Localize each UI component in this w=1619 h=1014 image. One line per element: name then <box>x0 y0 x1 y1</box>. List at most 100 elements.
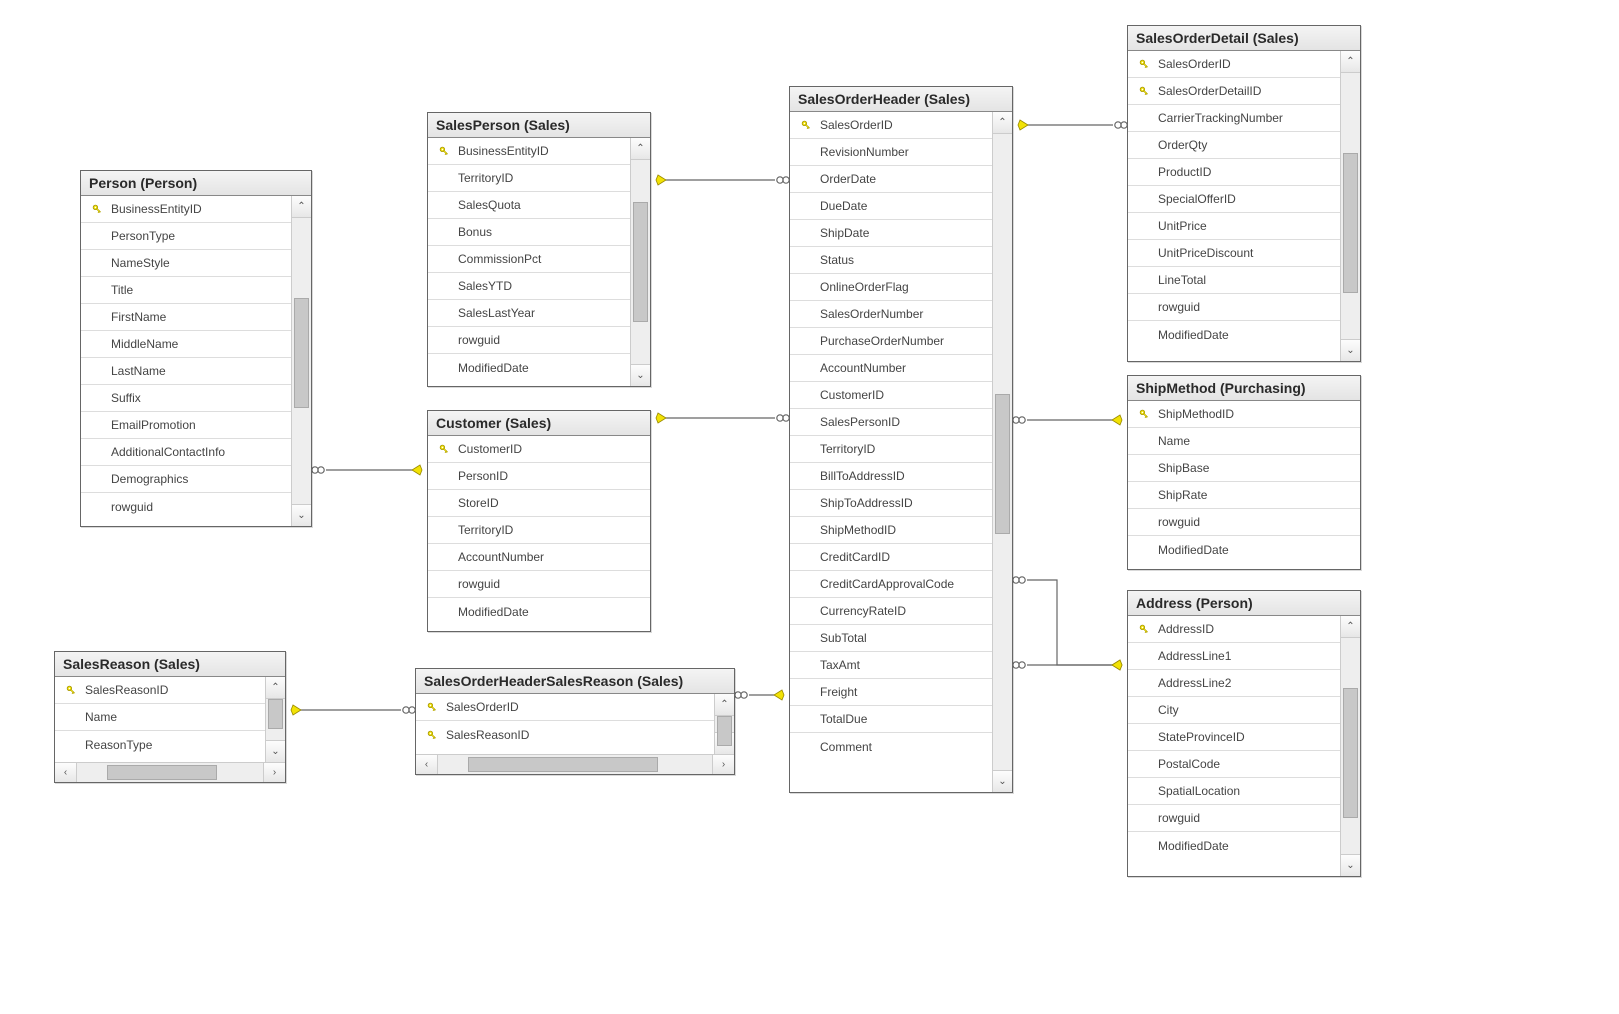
column-row[interactable]: ShipRate <box>1128 482 1360 509</box>
column-row[interactable]: ProductID <box>1128 159 1340 186</box>
column-row[interactable]: ShipMethodID <box>1128 401 1360 428</box>
column-row[interactable]: ShipToAddressID <box>790 490 992 517</box>
horizontal-scrollbar[interactable]: ‹› <box>55 762 285 782</box>
column-row[interactable]: ModifiedDate <box>1128 832 1340 859</box>
scroll-up-button[interactable]: ⌃ <box>266 677 285 699</box>
column-row[interactable]: RevisionNumber <box>790 139 992 166</box>
column-row[interactable]: SalesOrderID <box>1128 51 1340 78</box>
hscroll-track[interactable] <box>77 763 263 782</box>
column-row[interactable]: OnlineOrderFlag <box>790 274 992 301</box>
column-row[interactable]: BusinessEntityID <box>81 196 291 223</box>
table-header[interactable]: ShipMethod (Purchasing) <box>1128 376 1360 401</box>
vertical-scrollbar[interactable]: ⌃⌄ <box>265 677 285 762</box>
column-row[interactable]: OrderDate <box>790 166 992 193</box>
column-row[interactable]: SalesOrderNumber <box>790 301 992 328</box>
scroll-down-button[interactable]: ⌄ <box>266 740 285 762</box>
column-row[interactable]: ReasonType <box>55 731 265 758</box>
column-row[interactable]: SalesQuota <box>428 192 630 219</box>
scroll-up-button[interactable]: ⌃ <box>292 196 311 218</box>
column-row[interactable]: rowguid <box>81 493 291 520</box>
column-row[interactable]: ModifiedDate <box>428 598 650 625</box>
column-row[interactable]: Name <box>1128 428 1360 455</box>
scroll-up-button[interactable]: ⌃ <box>1341 616 1360 638</box>
scroll-up-button[interactable]: ⌃ <box>993 112 1012 134</box>
column-row[interactable]: PersonID <box>428 463 650 490</box>
column-row[interactable]: FirstName <box>81 304 291 331</box>
table-shipmethod[interactable]: ShipMethod (Purchasing)ShipMethodIDNameS… <box>1127 375 1361 570</box>
column-row[interactable]: rowguid <box>1128 509 1360 536</box>
column-row[interactable]: EmailPromotion <box>81 412 291 439</box>
table-person[interactable]: Person (Person)BusinessEntityIDPersonTyp… <box>80 170 312 527</box>
vertical-scrollbar[interactable]: ⌃⌄ <box>714 694 734 754</box>
scroll-thumb[interactable] <box>995 394 1010 534</box>
scroll-track[interactable] <box>1341 638 1360 854</box>
table-sohsr[interactable]: SalesOrderHeaderSalesReason (Sales)Sales… <box>415 668 735 775</box>
column-row[interactable]: ModifiedDate <box>1128 321 1340 348</box>
column-row[interactable]: TerritoryID <box>428 517 650 544</box>
table-header[interactable]: SalesOrderHeaderSalesReason (Sales) <box>416 669 734 694</box>
table-header[interactable]: SalesPerson (Sales) <box>428 113 650 138</box>
column-row[interactable]: Status <box>790 247 992 274</box>
column-row[interactable]: Comment <box>790 733 992 760</box>
column-row[interactable]: UnitPriceDiscount <box>1128 240 1340 267</box>
column-row[interactable]: AccountNumber <box>428 544 650 571</box>
column-row[interactable]: rowguid <box>1128 805 1340 832</box>
column-row[interactable]: OrderQty <box>1128 132 1340 159</box>
column-row[interactable]: SalesLastYear <box>428 300 630 327</box>
scroll-track[interactable] <box>292 218 311 504</box>
column-row[interactable]: ShipBase <box>1128 455 1360 482</box>
column-row[interactable]: BusinessEntityID <box>428 138 630 165</box>
column-row[interactable]: NameStyle <box>81 250 291 277</box>
column-row[interactable]: ModifiedDate <box>1128 536 1360 563</box>
column-row[interactable]: SalesOrderID <box>790 112 992 139</box>
hscroll-track[interactable] <box>438 755 712 774</box>
column-row[interactable]: AddressID <box>1128 616 1340 643</box>
column-row[interactable]: TotalDue <box>790 706 992 733</box>
table-customer[interactable]: Customer (Sales)CustomerIDPersonIDStoreI… <box>427 410 651 632</box>
column-row[interactable]: CarrierTrackingNumber <box>1128 105 1340 132</box>
column-row[interactable]: Freight <box>790 679 992 706</box>
column-row[interactable]: ModifiedDate <box>428 354 630 381</box>
scroll-thumb[interactable] <box>1343 688 1358 818</box>
scroll-thumb[interactable] <box>294 298 309 408</box>
scroll-track[interactable] <box>715 716 734 732</box>
scroll-down-button[interactable]: ⌄ <box>292 504 311 526</box>
column-row[interactable]: SalesYTD <box>428 273 630 300</box>
column-row[interactable]: StateProvinceID <box>1128 724 1340 751</box>
table-header[interactable]: SalesReason (Sales) <box>55 652 285 677</box>
horizontal-scrollbar[interactable]: ‹› <box>416 754 734 774</box>
hscroll-thumb[interactable] <box>107 765 217 780</box>
column-row[interactable]: SpecialOfferID <box>1128 186 1340 213</box>
column-row[interactable]: ShipDate <box>790 220 992 247</box>
scroll-thumb[interactable] <box>1343 153 1358 293</box>
column-row[interactable]: DueDate <box>790 193 992 220</box>
column-row[interactable]: CustomerID <box>428 436 650 463</box>
scroll-down-button[interactable]: ⌄ <box>1341 339 1360 361</box>
column-row[interactable]: LastName <box>81 358 291 385</box>
column-row[interactable]: SubTotal <box>790 625 992 652</box>
scroll-track[interactable] <box>1341 73 1360 339</box>
table-soh[interactable]: SalesOrderHeader (Sales)SalesOrderIDRevi… <box>789 86 1013 793</box>
column-row[interactable]: LineTotal <box>1128 267 1340 294</box>
table-header[interactable]: SalesOrderHeader (Sales) <box>790 87 1012 112</box>
column-row[interactable]: UnitPrice <box>1128 213 1340 240</box>
column-row[interactable]: SpatialLocation <box>1128 778 1340 805</box>
hscroll-thumb[interactable] <box>468 757 658 772</box>
vertical-scrollbar[interactable]: ⌃⌄ <box>1340 51 1360 361</box>
column-row[interactable]: PostalCode <box>1128 751 1340 778</box>
column-row[interactable]: Suffix <box>81 385 291 412</box>
column-row[interactable]: AdditionalContactInfo <box>81 439 291 466</box>
column-row[interactable]: PersonType <box>81 223 291 250</box>
column-row[interactable]: CreditCardApprovalCode <box>790 571 992 598</box>
column-row[interactable]: SalesOrderDetailID <box>1128 78 1340 105</box>
column-row[interactable]: ShipMethodID <box>790 517 992 544</box>
column-row[interactable]: Demographics <box>81 466 291 493</box>
table-header[interactable]: Person (Person) <box>81 171 311 196</box>
scroll-down-button[interactable]: ⌄ <box>993 770 1012 792</box>
column-row[interactable]: StoreID <box>428 490 650 517</box>
scroll-right-button[interactable]: › <box>712 755 734 774</box>
column-row[interactable]: SalesOrderID <box>416 694 714 721</box>
column-row[interactable]: MiddleName <box>81 331 291 358</box>
column-row[interactable]: AccountNumber <box>790 355 992 382</box>
column-row[interactable]: City <box>1128 697 1340 724</box>
